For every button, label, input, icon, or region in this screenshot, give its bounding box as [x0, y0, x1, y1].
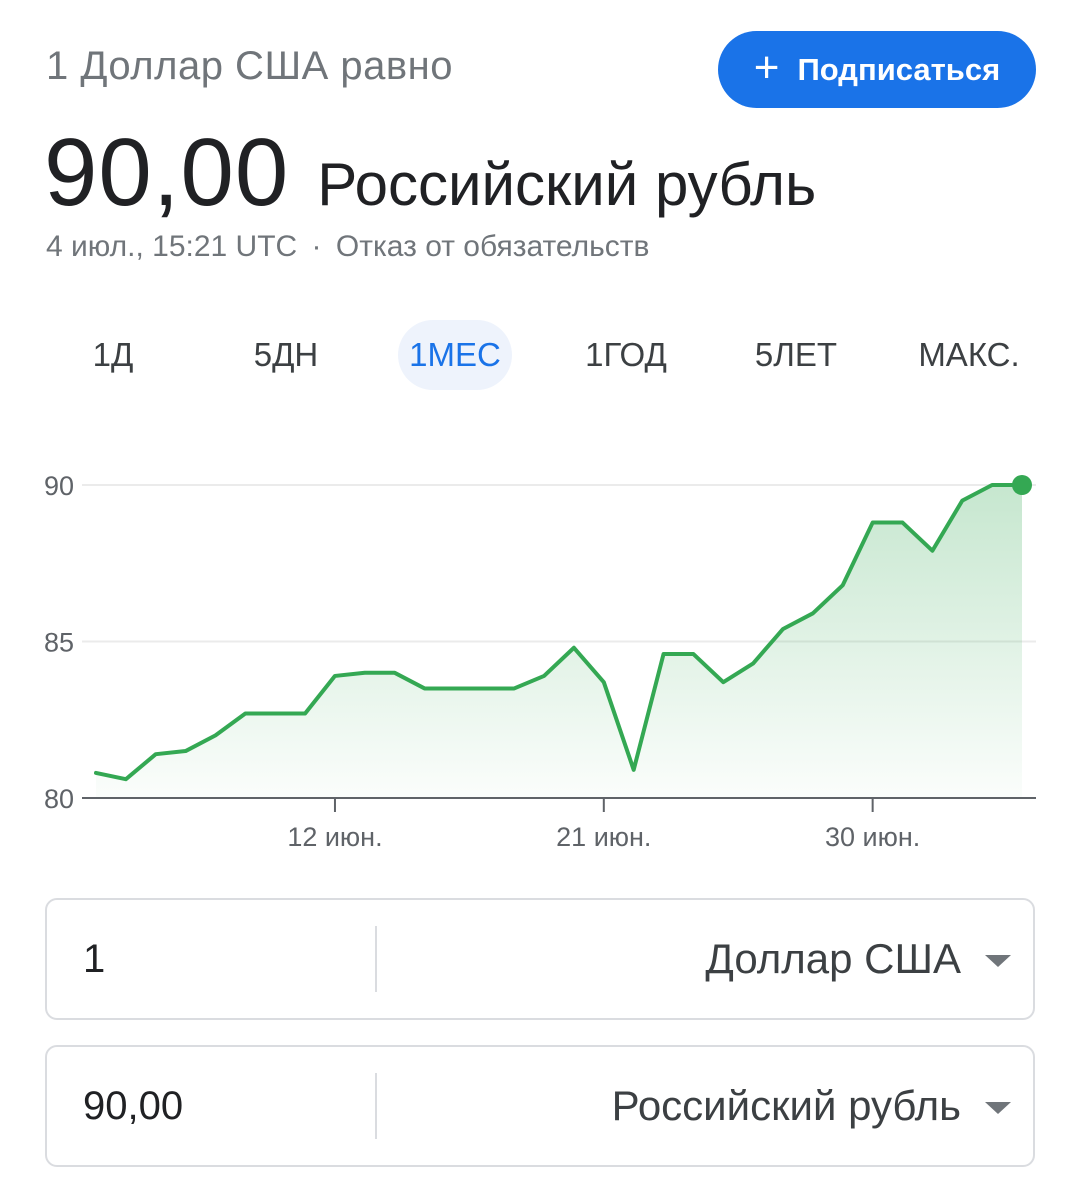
data-point: [810, 610, 816, 616]
disclaimer-link[interactable]: Отказ от обязательств: [336, 230, 650, 263]
data-point: [481, 685, 487, 691]
data-point: [780, 626, 786, 632]
x-tick-label: 30 июн.: [825, 822, 920, 852]
data-point: [511, 685, 517, 691]
y-tick-label: 90: [44, 471, 74, 501]
data-point: [870, 520, 876, 526]
x-tick-label: 12 июн.: [287, 822, 382, 852]
data-point: [690, 651, 696, 657]
data-point: [900, 520, 906, 526]
x-tick-label: 21 июн.: [556, 822, 651, 852]
data-point: [392, 670, 398, 676]
rate-currency: Российский рубль: [317, 151, 817, 218]
data-point: [242, 710, 248, 716]
data-point: [571, 645, 577, 651]
to-currency-select[interactable]: Российский рубль: [612, 1047, 961, 1165]
y-tick-label: 85: [44, 628, 74, 658]
data-point: [959, 498, 965, 504]
data-point: [153, 751, 159, 757]
data-point: [451, 685, 457, 691]
data-point: [272, 710, 278, 716]
exchange-rate: 90,00 Российский рубль: [44, 118, 816, 228]
tab-5d[interactable]: 5ДН: [224, 320, 348, 390]
from-amount-input[interactable]: 1: [83, 900, 105, 1018]
rate-value: 90,00: [44, 119, 290, 226]
meta-separator: ·: [311, 230, 322, 263]
data-point: [840, 582, 846, 588]
from-currency-select[interactable]: Доллар США: [705, 900, 961, 1018]
last-value-dot: [1012, 475, 1032, 495]
to-amount-input[interactable]: 90,00: [83, 1047, 183, 1165]
timestamp: 4 июл., 15:21 UTC: [46, 230, 298, 263]
data-point: [93, 770, 99, 776]
data-point: [183, 748, 189, 754]
data-point: [302, 710, 308, 716]
data-point: [720, 679, 726, 685]
data-point: [123, 776, 129, 782]
converter-from: 1 Доллар США: [45, 898, 1035, 1020]
converter-to: 90,00 Российский рубль: [45, 1045, 1035, 1167]
data-point: [422, 685, 428, 691]
conversion-subtitle: 1 Доллар США равно: [46, 44, 453, 88]
converter-divider: [375, 926, 377, 992]
data-point: [929, 548, 935, 554]
tab-max[interactable]: МАКС.: [904, 320, 1034, 390]
data-point: [661, 651, 667, 657]
data-point: [989, 482, 995, 488]
data-point: [601, 679, 607, 685]
exchange-rate-chart[interactable]: 90 85 80 12 июн. 21 июн. 30 июн.: [0, 440, 1080, 870]
rate-meta: 4 июл., 15:21 UTC · Отказ от обязательст…: [46, 230, 649, 264]
data-point: [332, 673, 338, 679]
tab-1y[interactable]: 1ГОД: [564, 320, 688, 390]
data-point: [541, 673, 547, 679]
dropdown-caret-icon[interactable]: [985, 1102, 1011, 1114]
subscribe-button[interactable]: + Подписаться: [718, 31, 1036, 108]
tab-1d[interactable]: 1Д: [58, 320, 168, 390]
tab-1m[interactable]: 1МЕС: [398, 320, 512, 390]
converter-divider: [375, 1073, 377, 1139]
y-tick-label: 80: [44, 784, 74, 814]
tab-5y[interactable]: 5ЛЕТ: [734, 320, 858, 390]
data-point: [631, 767, 637, 773]
plus-icon: +: [753, 42, 780, 92]
data-point: [750, 660, 756, 666]
subscribe-label: Подписаться: [797, 51, 1001, 87]
data-point: [362, 670, 368, 676]
dropdown-caret-icon[interactable]: [985, 955, 1011, 967]
data-point: [212, 732, 218, 738]
range-tabs: 1Д 5ДН 1МЕС 1ГОД 5ЛЕТ МАКС.: [28, 320, 1052, 392]
